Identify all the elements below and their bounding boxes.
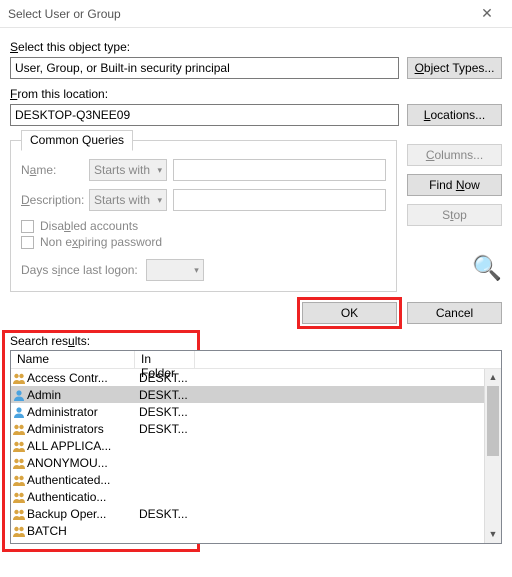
- item-name: Authenticatio...: [27, 490, 135, 504]
- item-name: BATCH: [27, 524, 135, 538]
- group-icon: [11, 372, 27, 384]
- list-header[interactable]: Name In Folder: [11, 351, 501, 369]
- days-combo: ▾: [146, 259, 204, 281]
- scroll-up-icon[interactable]: ▲: [485, 369, 501, 386]
- search-results-label: Search results:: [10, 334, 502, 348]
- col-in-folder[interactable]: In Folder: [135, 351, 195, 368]
- item-name: Admin: [27, 388, 135, 402]
- col-name[interactable]: Name: [11, 351, 135, 368]
- stop-button: Stop: [407, 204, 502, 226]
- object-type-label: Select this object type:: [10, 40, 502, 54]
- name-label: Name:: [21, 163, 83, 177]
- item-folder: DESKT...: [135, 371, 191, 385]
- group-icon: [11, 457, 27, 469]
- item-folder: DESKT...: [135, 405, 191, 419]
- list-item[interactable]: BATCH: [11, 522, 501, 539]
- list-item[interactable]: AdminDESKT...: [11, 386, 501, 403]
- list-item[interactable]: Backup Oper...DESKT...: [11, 505, 501, 522]
- non-expiring-checkbox: Non expiring password: [21, 235, 386, 249]
- chevron-down-icon: ▾: [157, 195, 162, 206]
- scroll-thumb[interactable]: [487, 386, 499, 456]
- group-icon: [11, 440, 27, 452]
- item-folder: DESKT...: [135, 422, 191, 436]
- list-item[interactable]: ANONYMOU...: [11, 454, 501, 471]
- close-icon[interactable]: ✕: [470, 5, 504, 22]
- list-item[interactable]: AdministratorsDESKT...: [11, 420, 501, 437]
- location-label: From this location:: [10, 87, 502, 101]
- days-label: Days since last logon:: [21, 263, 138, 277]
- group-icon: [11, 423, 27, 435]
- chevron-down-icon: ▾: [194, 265, 199, 276]
- user-icon: [11, 389, 27, 401]
- item-name: Access Contr...: [27, 371, 135, 385]
- find-now-button[interactable]: Find Now: [407, 174, 502, 196]
- item-name: ANONYMOU...: [27, 456, 135, 470]
- item-name: Authenticated...: [27, 473, 135, 487]
- object-type-field[interactable]: [10, 57, 399, 79]
- description-combo: Starts with▾: [89, 189, 167, 211]
- item-name: Backup Oper...: [27, 507, 135, 521]
- list-item[interactable]: Authenticated...: [11, 471, 501, 488]
- location-field[interactable]: [10, 104, 399, 126]
- item-name: Administrator: [27, 405, 135, 419]
- window-title: Select User or Group: [8, 7, 470, 21]
- cancel-button[interactable]: Cancel: [407, 302, 502, 324]
- search-icon: 🔍: [472, 254, 502, 283]
- group-icon: [11, 474, 27, 486]
- name-combo: Starts with▾: [89, 159, 167, 181]
- client-area: Select this object type: Object Types...…: [0, 28, 512, 292]
- columns-button: Columns...: [407, 144, 502, 166]
- list-item[interactable]: Authenticatio...: [11, 488, 501, 505]
- object-types-button[interactable]: Object Types...: [407, 57, 502, 79]
- ok-button[interactable]: OK: [302, 302, 397, 324]
- user-icon: [11, 406, 27, 418]
- search-results-list[interactable]: Name In Folder Access Contr...DESKT...Ad…: [10, 350, 502, 544]
- list-item[interactable]: AdministratorDESKT...: [11, 403, 501, 420]
- group-icon: [11, 491, 27, 503]
- scrollbar[interactable]: ▲ ▼: [484, 369, 501, 543]
- common-queries-panel: Common Queries Name: Starts with▾ Descri…: [10, 140, 397, 292]
- item-name: ALL APPLICA...: [27, 439, 135, 453]
- list-item[interactable]: Access Contr...DESKT...: [11, 369, 501, 386]
- group-icon: [11, 525, 27, 537]
- disabled-accounts-checkbox: Disabled accounts: [21, 219, 386, 233]
- chevron-down-icon: ▾: [157, 165, 162, 176]
- list-item[interactable]: ALL APPLICA...: [11, 437, 501, 454]
- description-input: [173, 189, 386, 211]
- common-queries-tab[interactable]: Common Queries: [21, 130, 133, 151]
- group-icon: [11, 508, 27, 520]
- item-name: Administrators: [27, 422, 135, 436]
- titlebar: Select User or Group ✕: [0, 0, 512, 28]
- name-input: [173, 159, 386, 181]
- item-folder: DESKT...: [135, 388, 191, 402]
- item-folder: DESKT...: [135, 507, 191, 521]
- locations-button[interactable]: Locations...: [407, 104, 502, 126]
- description-label: Description:: [21, 193, 83, 207]
- scroll-down-icon[interactable]: ▼: [485, 526, 501, 543]
